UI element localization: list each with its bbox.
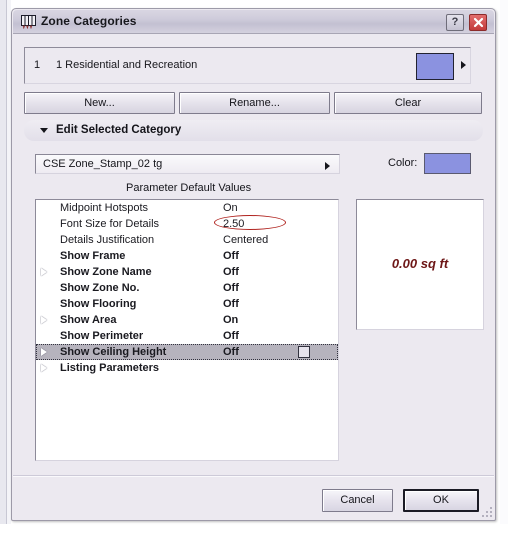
dialog-body: 1 1 Residential and Recreation New... Re… (13, 34, 494, 519)
parameter-row[interactable]: Show Zone Name Off (36, 264, 338, 280)
color-label: Color: (388, 157, 418, 169)
window-titlebar[interactable]: Zone Categories ? (13, 10, 494, 34)
category-index: 1 (34, 59, 41, 71)
parameter-value[interactable]: Off (223, 344, 239, 360)
parameter-rows: Midpoint Hotspots On Font Size for Details… (36, 200, 338, 376)
cancel-button[interactable]: Cancel (322, 489, 393, 512)
parameter-row[interactable]: Details Justification Centered (36, 232, 338, 248)
zone-categories-dialog: Zone Categories ? 1 1 Residential and Re… (11, 8, 496, 521)
parameter-row[interactable]: Show Flooring Off (36, 296, 338, 312)
category-list[interactable]: 1 1 Residential and Recreation (24, 47, 471, 84)
parameter-name: Show Zone Name (60, 266, 152, 278)
parameter-value[interactable]: Off (223, 328, 239, 344)
parameter-name: Listing Parameters (60, 362, 160, 374)
parameter-name: Show Frame (60, 250, 126, 262)
parameter-value[interactable]: Centered (223, 232, 268, 248)
parameter-name: Font Size for Details (60, 218, 160, 230)
parameter-defaults-title: Parameter Default Values (126, 182, 252, 194)
category-action-buttons: New... Rename... Clear (24, 92, 483, 114)
parameter-name: Details Justification (60, 234, 155, 246)
parameter-row[interactable]: Show Ceiling Height Off (36, 344, 338, 360)
parameter-value[interactable]: Off (223, 248, 239, 264)
parameter-checkbox[interactable] (298, 346, 310, 358)
parameter-row[interactable]: Show Zone No. Off (36, 280, 338, 296)
zone-stamp-icon (21, 15, 36, 30)
expand-triangle-icon[interactable] (41, 364, 47, 372)
parameter-value[interactable]: On (223, 312, 238, 328)
parameter-row[interactable]: Font Size for Details 2.50 (36, 215, 338, 232)
parameter-name: Show Ceiling Height (60, 346, 167, 358)
parameter-value[interactable]: Off (223, 280, 239, 296)
stamp-select[interactable]: CSE Zone_Stamp_02 tg (35, 154, 340, 174)
parameter-name: Show Perimeter (60, 330, 144, 342)
stamp-select-value: CSE Zone_Stamp_02 tg (43, 158, 163, 170)
close-icon (473, 17, 483, 28)
parameter-list[interactable]: Midpoint Hotspots On Font Size for Details… (35, 199, 339, 461)
backdrop-strip-bottom (0, 524, 508, 536)
expand-triangle-icon[interactable] (41, 316, 47, 324)
backdrop-strip-left (0, 0, 7, 536)
backdrop-strip-right (500, 0, 508, 536)
edit-selected-category-header[interactable]: Edit Selected Category (24, 120, 483, 141)
footer-divider-highlight (13, 476, 494, 477)
new-button[interactable]: New... (24, 92, 175, 114)
parameter-row[interactable]: Show Area On (36, 312, 338, 328)
parameter-name: Midpoint Hotspots (60, 202, 149, 214)
rename-button[interactable]: Rename... (179, 92, 330, 114)
expand-triangle-icon[interactable] (41, 348, 47, 356)
ok-button[interactable]: OK (403, 489, 479, 512)
parameter-row[interactable]: Show Frame Off (36, 248, 338, 264)
parameter-name: Show Area (60, 314, 117, 326)
triangle-right-icon[interactable] (461, 61, 466, 69)
triangle-down-icon (40, 128, 48, 133)
parameter-value[interactable]: On (223, 200, 238, 216)
stamp-preview: 0.00 sq ft (356, 199, 484, 330)
parameter-value[interactable]: Off (223, 296, 239, 312)
clear-button[interactable]: Clear (334, 92, 482, 114)
parameter-name: Show Zone No. (60, 282, 140, 294)
parameter-value[interactable]: 2.50 (223, 216, 244, 232)
category-color-swatch[interactable] (416, 53, 454, 80)
color-swatch-button[interactable] (424, 153, 471, 174)
parameter-row[interactable]: Midpoint Hotspots On (36, 200, 338, 216)
expand-triangle-icon[interactable] (41, 268, 47, 276)
category-name: 1 Residential and Recreation (56, 59, 198, 71)
preview-area-text: 0.00 sq ft (391, 256, 449, 271)
chevron-down-icon (325, 162, 330, 170)
section-header-label: Edit Selected Category (56, 124, 182, 136)
close-button[interactable] (469, 14, 487, 31)
resize-grip-icon[interactable] (478, 503, 492, 517)
parameter-row[interactable]: Listing Parameters (36, 360, 338, 376)
help-button[interactable]: ? (446, 14, 464, 31)
parameter-row[interactable]: Show Perimeter Off (36, 328, 338, 344)
window-title: Zone Categories (41, 14, 137, 28)
parameter-name: Show Flooring (60, 298, 137, 310)
parameter-value[interactable]: Off (223, 264, 239, 280)
